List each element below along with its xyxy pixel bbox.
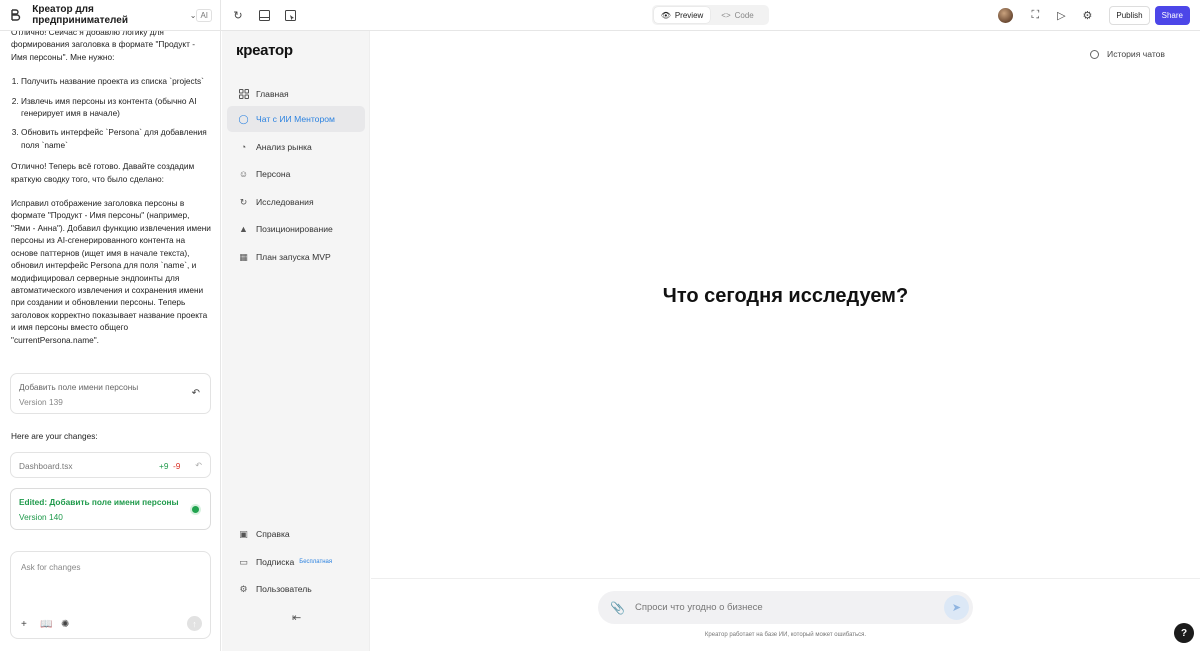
- project-name[interactable]: Креатор для предпринимателей: [32, 4, 184, 26]
- nav-label: Справка: [256, 529, 290, 539]
- code-tab[interactable]: <> Code: [710, 7, 765, 23]
- nav-label: Подписка: [256, 557, 295, 567]
- send-button[interactable]: ↑: [187, 616, 202, 631]
- changes-label: Here are your changes:: [11, 431, 98, 441]
- chat-message: Отлично! Сейчас я добавлю логику для фор…: [11, 31, 196, 62]
- nav-label: Чат с ИИ Ментором: [256, 114, 335, 124]
- list-item: Извлечь имя персоны из контента (обычно …: [21, 95, 211, 120]
- nav-label: План запуска MVP: [256, 252, 331, 262]
- ai-badge[interactable]: AI: [196, 8, 212, 22]
- version-title: Edited: Добавить поле имени персоны: [19, 497, 179, 507]
- nav-label: Позиционирование: [256, 224, 333, 234]
- send-icon[interactable]: ➤: [944, 595, 969, 620]
- sparkle-icon[interactable]: ✺: [61, 619, 69, 630]
- scan-icon[interactable]: ⛶: [1028, 9, 1042, 23]
- app-logo-icon[interactable]: [9, 8, 22, 22]
- nav-item-home[interactable]: Главная: [227, 81, 365, 107]
- nav-item-positioning[interactable]: ▲ Позиционирование: [227, 216, 365, 242]
- board-icon: ▦: [239, 251, 248, 262]
- plan-badge: Бесплатная: [299, 559, 333, 565]
- nav-item-mvp-plan[interactable]: ▦ План запуска MVP: [227, 244, 365, 270]
- nav-item-subscription[interactable]: ▭ Подписка Бесплатная: [227, 549, 365, 575]
- chat-history-button[interactable]: История чатов: [1090, 49, 1165, 59]
- app-sidebar: креатор Главная ◯ Чат с ИИ Ментором ◔ Ан…: [222, 31, 370, 651]
- chevron-down-icon[interactable]: ⌄: [190, 11, 197, 20]
- nav-label: Главная: [256, 89, 289, 99]
- plus-icon[interactable]: +: [21, 619, 27, 630]
- project-header: Креатор для предпринимателей ⌄ AI: [0, 0, 221, 31]
- refresh-icon: ↻: [239, 196, 248, 207]
- status-dot-icon: [192, 506, 199, 513]
- chat-message: Исправил отображение заголовка персоны в…: [11, 198, 211, 345]
- inspect-icon[interactable]: [283, 8, 297, 22]
- ask-input-placeholder[interactable]: Ask for changes: [21, 562, 81, 572]
- gear-icon[interactable]: ⚙: [1080, 9, 1094, 23]
- card-icon: ▭: [239, 556, 248, 567]
- nav-label: Исследования: [256, 197, 314, 207]
- nav-item-market-analysis[interactable]: ◔ Анализ рынка: [227, 134, 365, 160]
- chat-message: Отлично! Теперь всё готово. Давайте созд…: [11, 161, 195, 184]
- user-circle-icon: ☺: [238, 169, 249, 179]
- nav-label: Пользователь: [256, 584, 312, 594]
- publish-button[interactable]: Publish: [1109, 6, 1150, 25]
- question-input-placeholder[interactable]: Спроси что угодно о бизнесе: [635, 602, 763, 613]
- list-item: Обновить интерфейс `Persona` для добавле…: [21, 126, 211, 151]
- nav-item-persona[interactable]: ☺ Персона: [227, 161, 365, 187]
- version-card[interactable]: Добавить поле имени персоны Version 139 …: [10, 373, 211, 414]
- lines-removed: -9: [173, 461, 181, 471]
- eye-icon: 👁: [660, 10, 671, 20]
- view-toggle: 👁 Preview <> Code: [652, 5, 769, 25]
- top-bar: Креатор для предпринимателей ⌄ AI ↻ 👁 Pr…: [0, 0, 1200, 31]
- ai-disclaimer: Креатор работает на базе ИИ, который мож…: [704, 632, 867, 638]
- top-actions: ⛶ ▷ ⚙ Publish Share: [998, 0, 1200, 31]
- revert-icon[interactable]: ↶: [195, 461, 202, 470]
- code-label: Code: [734, 10, 754, 20]
- file-name: Dashboard.tsx: [19, 461, 73, 471]
- code-icon: <>: [721, 10, 731, 20]
- preview-label: Preview: [674, 10, 704, 20]
- nav-item-research[interactable]: ↻ Исследования: [227, 189, 365, 215]
- main-content: История чатов Что сегодня исследуем? 📎 С…: [371, 31, 1200, 651]
- paperclip-icon[interactable]: 📎: [610, 601, 625, 615]
- restore-icon[interactable]: ↶: [192, 388, 200, 399]
- version-title: Добавить поле имени персоны: [19, 382, 139, 392]
- nav-label: Анализ рынка: [256, 142, 312, 152]
- chat-icon: ◯: [238, 113, 249, 124]
- chat-panel: Отлично! Сейчас я добавлю логику для фор…: [0, 31, 221, 651]
- play-icon[interactable]: ▷: [1054, 9, 1068, 23]
- list-item: Получить название проекта из списка `pro…: [21, 75, 211, 87]
- current-version-card[interactable]: Edited: Добавить поле имени персоны Vers…: [10, 488, 211, 530]
- divider: [371, 578, 1200, 579]
- preview-tab[interactable]: 👁 Preview: [654, 7, 710, 23]
- file-change-card[interactable]: Dashboard.tsx +9 -9 ↶: [10, 452, 211, 478]
- chat-bubble-icon: [1090, 49, 1100, 59]
- nav-item-help[interactable]: ▣ Справка: [227, 521, 365, 547]
- layout-icon[interactable]: [257, 8, 271, 22]
- chat-history-label: История чатов: [1107, 49, 1165, 59]
- grid-icon: [238, 89, 249, 100]
- nav-label: Персона: [256, 169, 291, 179]
- hierarchy-icon: ▲: [239, 224, 248, 234]
- lines-added: +9: [159, 461, 169, 471]
- brand-logo[interactable]: креатор: [236, 42, 293, 59]
- gear-icon: ⚙: [239, 583, 248, 594]
- share-button[interactable]: Share: [1154, 6, 1190, 25]
- question-input[interactable]: 📎 Спроси что угодно о бизнесе ➤: [598, 591, 973, 624]
- avatar[interactable]: [998, 8, 1014, 23]
- collapse-sidebar-icon[interactable]: ⇤: [292, 611, 301, 624]
- book-icon: ▣: [239, 528, 248, 539]
- ask-input-box[interactable]: Ask for changes + 📖 ✺ ↑: [10, 551, 211, 639]
- help-button[interactable]: ?: [1174, 623, 1194, 643]
- version-number: Version 139: [19, 397, 63, 407]
- version-number: Version 140: [19, 512, 63, 522]
- book-icon[interactable]: 📖: [40, 619, 52, 630]
- nav-item-user[interactable]: ⚙ Пользователь: [227, 576, 365, 602]
- pie-chart-icon: ◔: [240, 142, 247, 152]
- chat-steps: Получить название проекта из списка `pro…: [11, 75, 211, 151]
- chat-messages: Отлично! Сейчас я добавлю логику для фор…: [11, 31, 211, 358]
- page-title: Что сегодня исследуем?: [662, 285, 909, 307]
- refresh-icon[interactable]: ↻: [231, 8, 245, 22]
- nav-item-ai-mentor-chat[interactable]: ◯ Чат с ИИ Ментором: [227, 106, 365, 132]
